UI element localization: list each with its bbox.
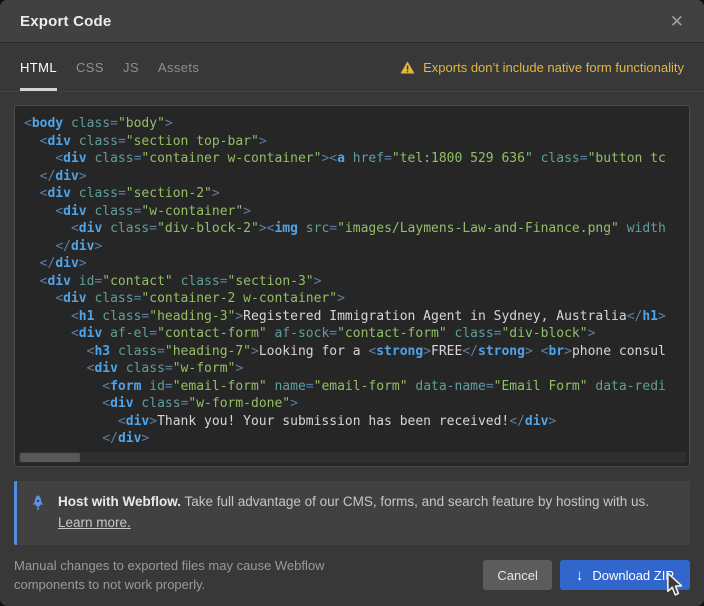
code-editor[interactable]: <body class="body"> <div class="section … [14, 105, 690, 467]
code-line: <div id="contact" class="section-3"> [24, 273, 689, 291]
code-line: <div class="w-form-done"> [24, 395, 689, 413]
code-line: <h3 class="heading-7">Looking for a <str… [24, 343, 689, 361]
code-line: <div class="section-2"> [24, 185, 689, 203]
warning-text: Exports don’t include native form functi… [423, 60, 684, 75]
code-line: </div> [24, 168, 689, 186]
code-line: <h1 class="heading-3">Registered Immigra… [24, 308, 689, 326]
learn-more-link[interactable]: Learn more. [58, 513, 131, 533]
form-functionality-warning: Exports don’t include native form functi… [400, 43, 684, 91]
hosting-notice-text: Host with Webflow. Take full advantage o… [58, 492, 649, 534]
dialog-titlebar: Export Code ✕ [0, 0, 704, 43]
tab-js[interactable]: JS [123, 43, 139, 91]
code-lines: <body class="body"> <div class="section … [15, 106, 689, 448]
hosting-notice: Host with Webflow. Take full advantage o… [14, 481, 690, 545]
horizontal-scrollbar[interactable] [18, 452, 686, 463]
close-icon[interactable]: ✕ [670, 13, 684, 30]
tab-css[interactable]: CSS [76, 43, 104, 91]
code-line: <div class="w-container"> [24, 203, 689, 221]
code-line: <div>Thank you! Your submission has been… [24, 413, 689, 431]
code-line: <div class="w-form"> [24, 360, 689, 378]
code-line: </div> [24, 430, 689, 448]
code-line: <div af-el="contact-form" af-sock="conta… [24, 325, 689, 343]
mouse-cursor [666, 572, 684, 597]
tab-html[interactable]: HTML [20, 43, 57, 91]
code-line: <div class="container-2 w-container"> [24, 290, 689, 308]
dialog-title: Export Code [20, 13, 111, 30]
rocket-icon [29, 494, 47, 517]
export-code-dialog: Export Code ✕ HTML CSS JS Assets Exports… [0, 0, 704, 606]
download-icon: ↓ [576, 568, 584, 583]
export-code-modal-backdrop: Export Code ✕ HTML CSS JS Assets Exports… [0, 0, 704, 606]
code-line: <div class="container w-container"><a hr… [24, 150, 689, 168]
hosting-notice-title: Host with Webflow. [58, 494, 181, 509]
tab-assets[interactable]: Assets [158, 43, 199, 91]
code-line: <div class="div-block-2"><img src="image… [24, 220, 689, 238]
code-line: <div class="section top-bar"> [24, 133, 689, 151]
download-zip-label: Download ZIP [592, 568, 674, 583]
code-line: <form id="email-form" name="email-form" … [24, 378, 689, 396]
hosting-notice-body: Take full advantage of our CMS, forms, a… [181, 494, 649, 509]
footer-note: Manual changes to exported files may cau… [14, 556, 366, 595]
tabs-bar: HTML CSS JS Assets Exports don’t include… [0, 43, 704, 92]
cancel-button[interactable]: Cancel [483, 560, 551, 590]
code-line: </div> [24, 238, 689, 256]
warning-icon [400, 61, 415, 74]
scrollbar-thumb[interactable] [20, 453, 80, 462]
code-line: </div> [24, 255, 689, 273]
code-line: <body class="body"> [24, 115, 689, 133]
dialog-footer: Manual changes to exported files may cau… [0, 545, 704, 606]
